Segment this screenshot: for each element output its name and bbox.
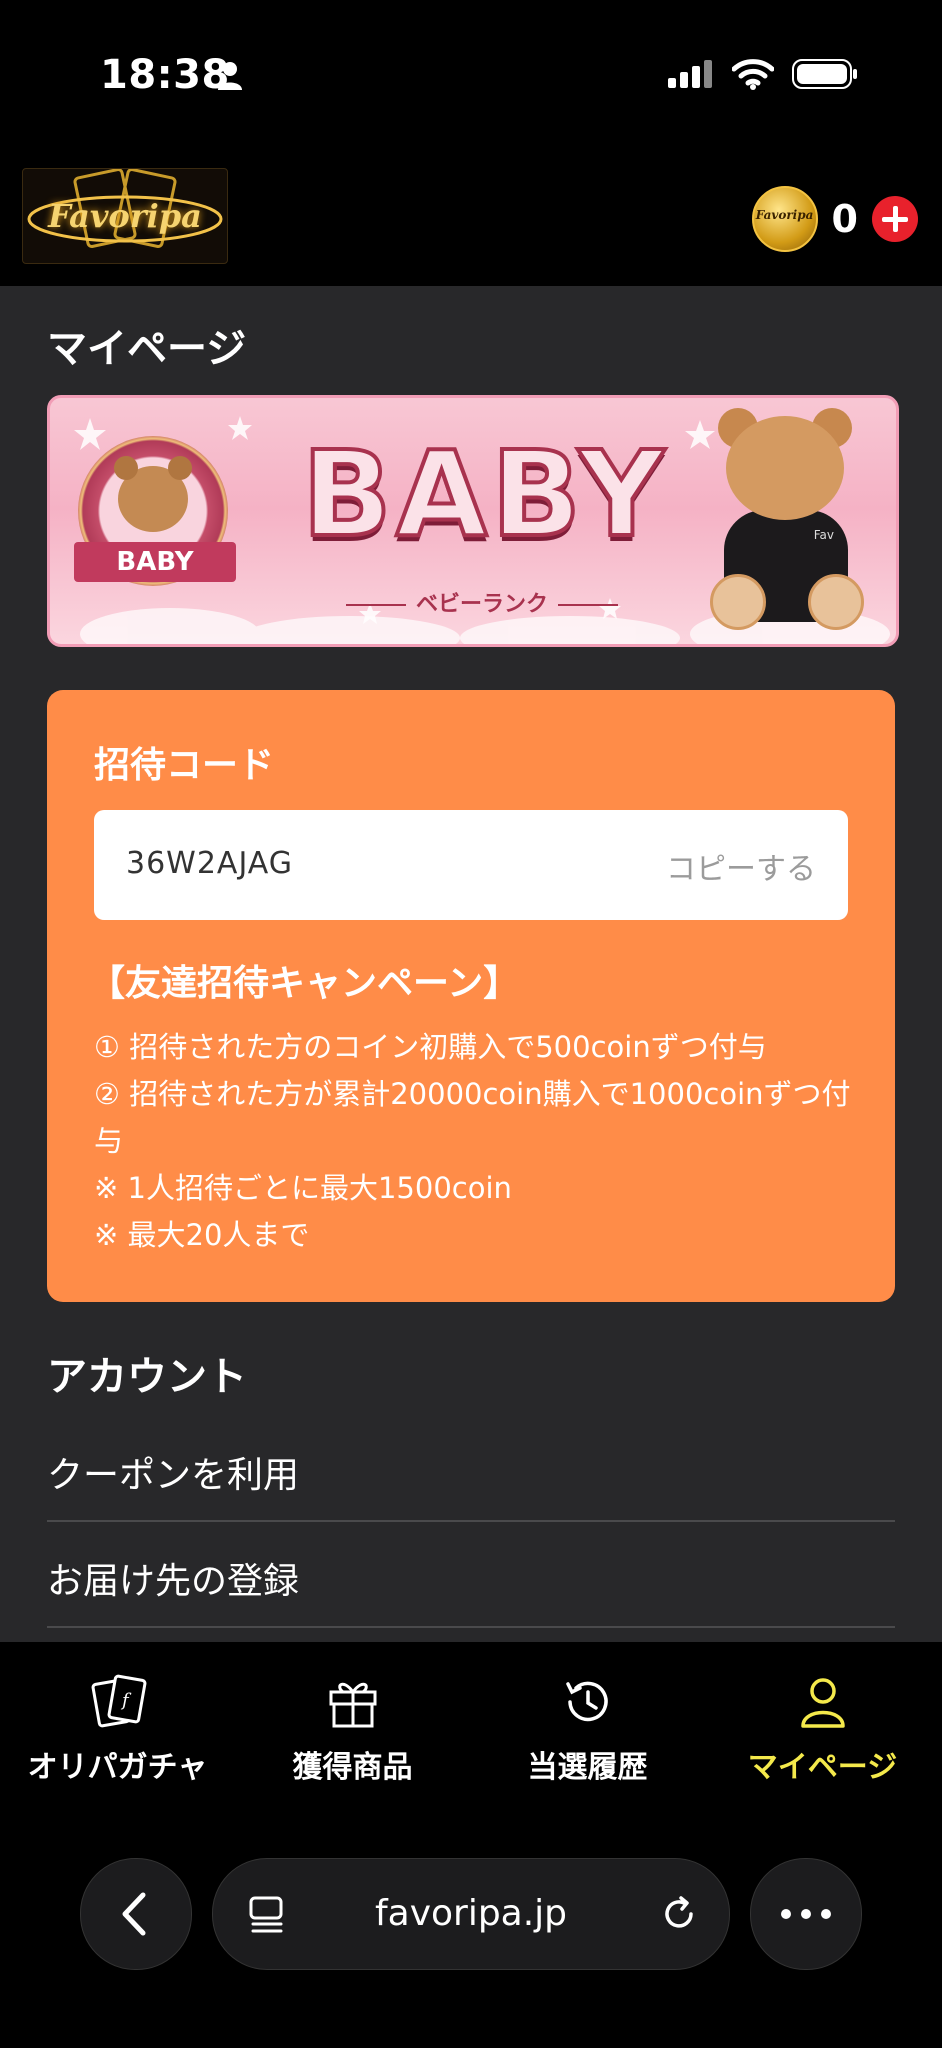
badge-ribbon: BABY: [74, 542, 236, 582]
rank-banner: BABY BABY ベビーランク Fav: [47, 395, 899, 647]
status-time: 18:38: [100, 52, 230, 98]
rank-subtitle: ベビーランク: [312, 586, 652, 618]
bottom-nav: f オリパガチャ 獲得商品 当選履歴 マイページ: [0, 1642, 942, 1802]
nav-label: 当選履歴: [527, 1750, 648, 1785]
status-icons: [668, 58, 858, 90]
menu-item-label: お届け先の登録: [47, 1561, 300, 1602]
menu-item-coupon[interactable]: クーポンを利用: [47, 1416, 895, 1522]
battery-icon: [792, 59, 857, 89]
logo-text: Favoripa: [48, 197, 202, 235]
coin-icon: Favoripa: [751, 186, 818, 252]
reload-icon[interactable]: [657, 1892, 701, 1936]
chevron-left-icon: [122, 1892, 146, 1936]
nav-item-my-page[interactable]: マイページ: [705, 1672, 940, 1786]
nav-label: マイページ: [747, 1750, 898, 1785]
invite-title: 招待コード: [94, 745, 275, 786]
card-icon: f: [91, 1674, 146, 1728]
more-options-button[interactable]: [750, 1858, 862, 1970]
campaign-line: ※ 最大20人まで: [94, 1218, 310, 1252]
nav-label: 獲得商品: [292, 1750, 413, 1785]
campaign-line: ※ 1人招待ごとに最大1500coin: [94, 1171, 512, 1205]
coin-area: Favoripa 0: [751, 186, 918, 252]
gift-icon: [329, 1682, 376, 1728]
menu-item-label: クーポンを利用: [47, 1455, 300, 1496]
copy-button[interactable]: コピーする: [666, 844, 816, 888]
rank-title: BABY: [300, 423, 669, 565]
coin-icon-text: Favoripa: [755, 208, 814, 222]
invite-card: 招待コード 36W2AJAG コピーする 【友達招待キャンペーン】 ① 招待され…: [47, 690, 895, 1302]
status-bar: 18:38: [0, 0, 942, 160]
history-icon: [565, 1681, 608, 1722]
campaign-title: 【友達招待キャンペーン】: [89, 963, 520, 1004]
cellular-signal-icon: [668, 60, 712, 88]
teddy-bear-icon: Fav: [710, 408, 864, 630]
app-header: Favoripa Favoripa 0: [0, 160, 942, 286]
bear-face-icon: [114, 456, 192, 532]
campaign-details: ① 招待された方のコイン初購入で500coinずつ付与 ② 招待された方が累計2…: [94, 1024, 854, 1259]
invite-code: 36W2AJAG: [126, 846, 294, 881]
baby-rank-badge: BABY: [74, 436, 236, 586]
ellipsis-icon: [781, 1909, 831, 1919]
coin-balance: 0: [831, 197, 858, 241]
nav-item-win-history[interactable]: 当選履歴: [470, 1672, 705, 1786]
address-bar[interactable]: favoripa.jp: [212, 1858, 730, 1970]
campaign-line: ② 招待された方が累計20000coin購入で1000coinずつ付与: [94, 1077, 851, 1158]
invite-code-box: 36W2AJAG コピーする: [94, 810, 848, 920]
favoripa-logo[interactable]: Favoripa: [22, 168, 228, 264]
user-icon: [800, 1678, 845, 1728]
add-coin-button[interactable]: [872, 196, 918, 242]
nav-item-oripa-gacha[interactable]: f オリパガチャ: [0, 1672, 235, 1786]
bear-text: Fav: [813, 528, 834, 542]
menu-item-shipping-address[interactable]: お届け先の登録: [47, 1522, 895, 1628]
nav-item-acquired-items[interactable]: 獲得商品: [235, 1672, 470, 1786]
page-title: マイページ: [47, 326, 247, 372]
account-section-title: アカウント: [47, 1354, 247, 1400]
url-text: favoripa.jp: [374, 1893, 568, 1934]
main-content[interactable]: マイページ BABY BABY ベビーランク Fav 招待コード 36W2AJA…: [0, 286, 942, 1642]
person-icon: [218, 62, 242, 90]
campaign-line: ① 招待された方のコイン初購入で500coinずつ付与: [94, 1030, 767, 1064]
back-button[interactable]: [80, 1858, 192, 1970]
nav-label: オリパガチャ: [27, 1750, 208, 1785]
wifi-icon: [732, 59, 774, 90]
browser-toolbar: favoripa.jp: [0, 1802, 942, 2048]
